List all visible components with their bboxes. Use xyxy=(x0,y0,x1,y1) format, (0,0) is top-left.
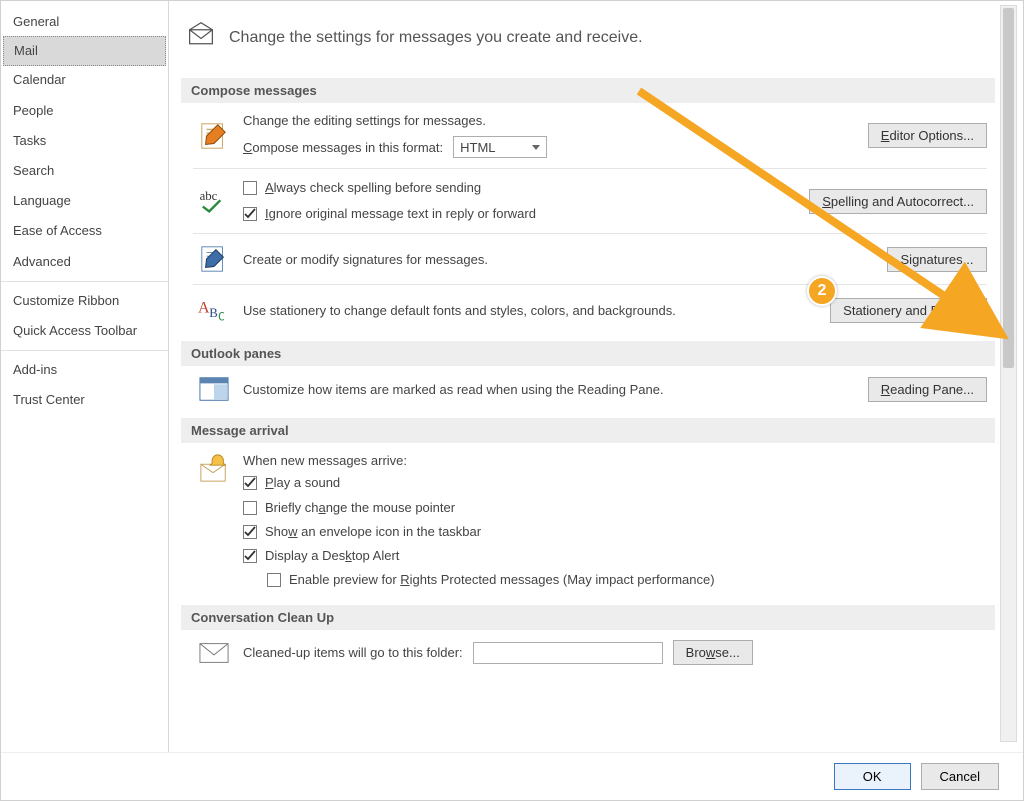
sidebar-item-language[interactable]: Language xyxy=(1,186,168,216)
compose-format-label: Compose messages in this format: xyxy=(243,140,443,155)
envelope-taskbar-checkbox[interactable]: Show an envelope icon in the taskbar xyxy=(243,523,987,541)
reading-pane-button[interactable]: Reading Pane... xyxy=(868,377,987,402)
svg-text:C: C xyxy=(218,311,225,324)
section-panes-body: Customize how items are marked as read w… xyxy=(181,366,995,412)
cancel-button[interactable]: Cancel xyxy=(921,763,999,790)
checkbox-box xyxy=(243,207,257,221)
svg-text:B: B xyxy=(209,307,218,321)
section-compose-title: Compose messages xyxy=(181,78,995,103)
section-panes-title: Outlook panes xyxy=(181,341,995,366)
sidebar-item-calendar[interactable]: Calendar xyxy=(1,65,168,95)
section-arrival-body: When new messages arrive: Play a sound B… xyxy=(181,443,995,599)
sidebar: General Mail Calendar People Tasks Searc… xyxy=(1,1,169,752)
rights-preview-checkbox[interactable]: Enable preview for Rights Protected mess… xyxy=(267,571,987,589)
envelope-clean-icon xyxy=(195,642,233,664)
section-cleanup-title: Conversation Clean Up xyxy=(181,605,995,630)
sidebar-item-ease-of-access[interactable]: Ease of Access xyxy=(1,216,168,246)
desktop-alert-checkbox[interactable]: Display a Desktop Alert xyxy=(243,547,987,565)
scroll-area: Change the settings for messages you cre… xyxy=(181,9,995,748)
play-sound-checkbox[interactable]: Play a sound xyxy=(243,474,987,492)
checkbox-box xyxy=(243,181,257,195)
section-arrival-title: Message arrival xyxy=(181,418,995,443)
always-check-spelling-checkbox[interactable]: Always check spelling before sending xyxy=(243,179,799,197)
sidebar-item-quick-access-toolbar[interactable]: Quick Access Toolbar xyxy=(1,316,168,346)
section-compose-body: Change the editing settings for messages… xyxy=(181,103,995,335)
sidebar-item-advanced[interactable]: Advanced xyxy=(1,247,168,277)
reading-pane-label: Customize how items are marked as read w… xyxy=(243,382,664,397)
options-dialog: General Mail Calendar People Tasks Searc… xyxy=(0,0,1024,801)
spelling-autocorrect-button[interactable]: Spelling and Autocorrect... xyxy=(809,189,987,214)
stationery-icon: ABC xyxy=(195,295,233,325)
ok-button[interactable]: OK xyxy=(834,763,911,790)
stationery-fonts-button[interactable]: Stationery and Fonts... xyxy=(830,298,987,323)
editor-options-button[interactable]: Editor Options... xyxy=(868,123,987,148)
main-panel: Change the settings for messages you cre… xyxy=(169,1,1023,752)
section-cleanup-body: Cleaned-up items will go to this folder:… xyxy=(181,630,995,665)
arrival-when-label: When new messages arrive: xyxy=(243,453,987,468)
compose-format-value: HTML xyxy=(460,140,495,155)
sidebar-item-mail[interactable]: Mail xyxy=(3,36,166,66)
svg-text:abc: abc xyxy=(200,189,218,203)
vertical-scrollbar[interactable] xyxy=(1000,5,1017,742)
stationery-label: Use stationery to change default fonts a… xyxy=(243,303,676,318)
sidebar-separator xyxy=(1,350,168,351)
spellcheck-icon: abc xyxy=(195,186,233,216)
compose-format-dropdown[interactable]: HTML xyxy=(453,136,547,158)
svg-text:A: A xyxy=(198,300,210,317)
chevron-down-icon xyxy=(532,145,540,150)
dialog-body: General Mail Calendar People Tasks Searc… xyxy=(1,1,1023,752)
signatures-button[interactable]: Signatures... xyxy=(887,247,987,272)
reading-pane-icon xyxy=(195,376,233,402)
arrival-bell-icon xyxy=(195,453,233,483)
cleanup-folder-input[interactable] xyxy=(473,642,663,664)
edit-icon xyxy=(195,121,233,151)
change-pointer-checkbox[interactable]: Briefly change the mouse pointer xyxy=(243,499,987,517)
sidebar-item-general[interactable]: General xyxy=(1,7,168,37)
signatures-label: Create or modify signatures for messages… xyxy=(243,252,488,267)
sidebar-item-trust-center[interactable]: Trust Center xyxy=(1,385,168,415)
sidebar-item-add-ins[interactable]: Add-ins xyxy=(1,355,168,385)
sidebar-item-search[interactable]: Search xyxy=(1,156,168,186)
sidebar-separator xyxy=(1,281,168,282)
ignore-original-text-checkbox[interactable]: Ignore original message text in reply or… xyxy=(243,205,799,223)
page-header: Change the settings for messages you cre… xyxy=(181,9,995,72)
sidebar-item-tasks[interactable]: Tasks xyxy=(1,126,168,156)
cleanup-folder-label: Cleaned-up items will go to this folder: xyxy=(243,645,463,660)
page-title: Change the settings for messages you cre… xyxy=(229,29,643,47)
sidebar-item-people[interactable]: People xyxy=(1,96,168,126)
signature-icon xyxy=(195,244,233,274)
dialog-footer: OK Cancel xyxy=(1,752,1023,800)
envelope-icon xyxy=(187,21,215,54)
sidebar-item-customize-ribbon[interactable]: Customize Ribbon xyxy=(1,286,168,316)
editing-settings-label: Change the editing settings for messages… xyxy=(243,113,858,128)
annotation-badge-2: 2 xyxy=(807,276,837,306)
browse-button[interactable]: Browse... xyxy=(673,640,753,665)
